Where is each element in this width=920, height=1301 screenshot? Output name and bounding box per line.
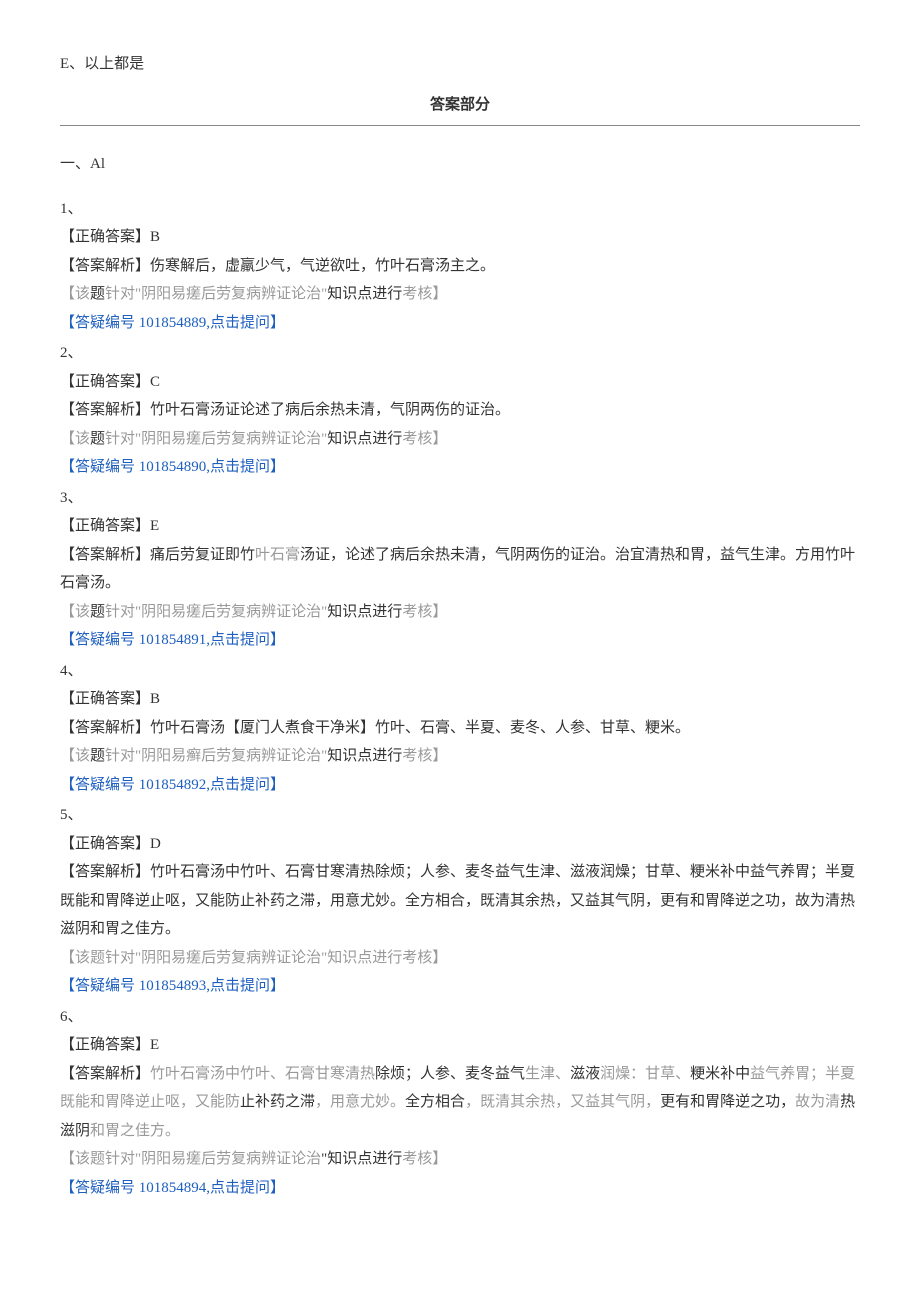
faq-link[interactable]: 【答疑编号 101854889,点击提问】 bbox=[60, 309, 860, 338]
faq-link[interactable]: 【答疑编号 101854894,点击提问】 bbox=[60, 1174, 860, 1203]
correct-answer-line: 【正确答案】B bbox=[60, 223, 860, 252]
correct-answer-line: 【正确答案】B bbox=[60, 685, 860, 714]
correct-answer-line: 【正确答案】E bbox=[60, 1031, 860, 1060]
knowledge-point-line: 【该题针对"阴阳易瘥后劳复病辨证论治"知识点进行考核】 bbox=[60, 598, 860, 627]
knowledge-point-line: 【该题针对"阴阳易瘥后劳复病辨证论治"知识点进行考核】 bbox=[60, 1145, 860, 1174]
question-number: 2、 bbox=[60, 339, 860, 368]
question-number: 1、 bbox=[60, 195, 860, 224]
correct-answer-line: 【正确答案】C bbox=[60, 368, 860, 397]
option-e: E、以上都是 bbox=[60, 50, 860, 79]
faq-link[interactable]: 【答疑编号 101854891,点击提问】 bbox=[60, 626, 860, 655]
answer-block-6: 6、 【正确答案】E 【答案解析】竹叶石膏汤中竹叶、石膏甘寒清热除烦；人参、麦冬… bbox=[60, 1003, 860, 1203]
answer-section-title: 答案部分 bbox=[60, 91, 860, 120]
knowledge-point-line: 【该题针对"阴阳易癣后劳复病辨证论治"知识点进行考核】 bbox=[60, 742, 860, 771]
knowledge-point-line: 【该题针对"阴阳易瘥后劳复病辨证论治"知识点进行考核】 bbox=[60, 280, 860, 309]
divider bbox=[60, 125, 860, 126]
answer-block-2: 2、 【正确答案】C 【答案解析】竹叶石膏汤证论述了病后余热未清，气阴两伤的证治… bbox=[60, 339, 860, 482]
answer-block-3: 3、 【正确答案】E 【答案解析】痛后劳复证即竹叶石膏汤证，论述了病后余热未清，… bbox=[60, 484, 860, 655]
correct-answer-line: 【正确答案】E bbox=[60, 512, 860, 541]
correct-answer-line: 【正确答案】D bbox=[60, 830, 860, 859]
knowledge-point-line: 【该题针对"阴阳易瘥后劳复病辨证论治"知识点进行考核】 bbox=[60, 944, 860, 973]
section-header: 一、Al bbox=[60, 150, 860, 179]
explanation-line: 【答案解析】竹叶石膏汤证论述了病后余热未清，气阴两伤的证治。 bbox=[60, 396, 860, 425]
explanation-line: 【答案解析】痛后劳复证即竹叶石膏汤证，论述了病后余热未清，气阴两伤的证治。治宜清… bbox=[60, 541, 860, 598]
explanation-line: 【答案解析】竹叶石膏汤中竹叶、石膏甘寒清热除烦；人参、麦冬益气生津、滋液润燥；甘… bbox=[60, 858, 860, 944]
knowledge-point-line: 【该题针对"阴阳易瘥后劳复病辨证论治"知识点进行考核】 bbox=[60, 425, 860, 454]
question-number: 6、 bbox=[60, 1003, 860, 1032]
answer-block-5: 5、 【正确答案】D 【答案解析】竹叶石膏汤中竹叶、石膏甘寒清热除烦；人参、麦冬… bbox=[60, 801, 860, 1001]
answer-block-1: 1、 【正确答案】B 【答案解析】伤寒解后，虚羸少气，气逆欲吐，竹叶石膏汤主之。… bbox=[60, 195, 860, 338]
question-number: 5、 bbox=[60, 801, 860, 830]
explanation-line: 【答案解析】竹叶石膏汤【厦门人煮食干净米】竹叶、石膏、半夏、麦冬、人参、甘草、粳… bbox=[60, 714, 860, 743]
question-number: 4、 bbox=[60, 657, 860, 686]
explanation-line: 【答案解析】伤寒解后，虚羸少气，气逆欲吐，竹叶石膏汤主之。 bbox=[60, 252, 860, 281]
answer-block-4: 4、 【正确答案】B 【答案解析】竹叶石膏汤【厦门人煮食干净米】竹叶、石膏、半夏… bbox=[60, 657, 860, 800]
question-number: 3、 bbox=[60, 484, 860, 513]
explanation-line: 【答案解析】竹叶石膏汤中竹叶、石膏甘寒清热除烦；人参、麦冬益气生津、滋液润燥：甘… bbox=[60, 1060, 860, 1146]
faq-link[interactable]: 【答疑编号 101854890,点击提问】 bbox=[60, 453, 860, 482]
faq-link[interactable]: 【答疑编号 101854892,点击提问】 bbox=[60, 771, 860, 800]
faq-link[interactable]: 【答疑编号 101854893,点击提问】 bbox=[60, 972, 860, 1001]
